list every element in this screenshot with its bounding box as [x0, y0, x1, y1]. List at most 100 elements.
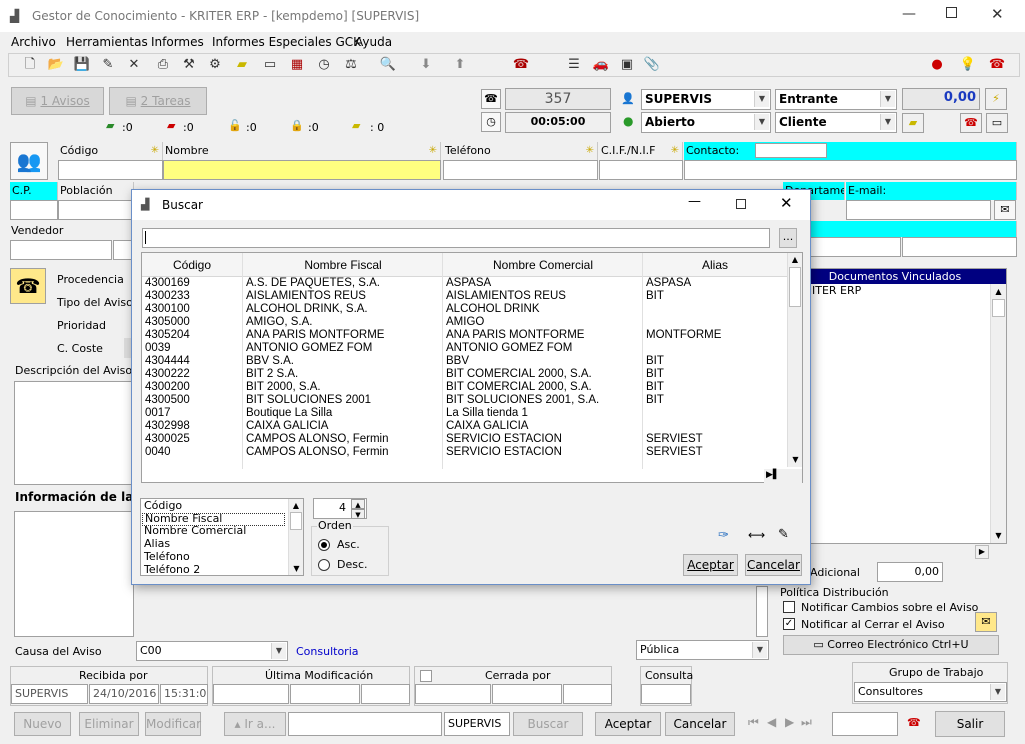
- informacion-textarea[interactable]: [14, 511, 134, 637]
- table-row[interactable]: 4304444 BBV S.A. BBV BIT: [142, 355, 787, 368]
- traffic-light-icon[interactable]: ●: [928, 56, 946, 74]
- arrow-up-icon[interactable]: ⬆: [451, 56, 469, 74]
- asc-radio[interactable]: [318, 539, 330, 551]
- ira-button[interactable]: ▴ Ir a...: [224, 712, 286, 736]
- codigo-input[interactable]: [58, 160, 163, 180]
- pin-icon[interactable]: ✑: [718, 528, 729, 543]
- calculator-icon[interactable]: ▦: [288, 56, 306, 74]
- edit-icon[interactable]: ✎: [99, 56, 117, 74]
- minimize-icon[interactable]: —: [688, 194, 701, 209]
- scale-icon[interactable]: ⚖: [342, 56, 360, 74]
- dialog-search-input[interactable]: [142, 228, 770, 248]
- contacto-name-box[interactable]: [755, 143, 827, 158]
- close-icon[interactable]: ✕: [780, 194, 793, 212]
- zoom-icon[interactable]: 🔍: [379, 56, 397, 74]
- consulta-input[interactable]: [641, 684, 691, 704]
- maximize-icon[interactable]: [946, 7, 957, 18]
- col-codigo[interactable]: Código: [142, 258, 242, 272]
- checklist-icon[interactable]: ☰: [565, 56, 583, 74]
- minimize-icon[interactable]: —: [902, 6, 916, 22]
- table-row[interactable]: 4300500 BIT SOLUCIONES 2001 BIT SOLUCIONES…: [142, 394, 787, 407]
- clear-icon[interactable]: ✎: [778, 527, 789, 542]
- chevron-down-icon[interactable]: ▼: [880, 114, 895, 130]
- user-combo[interactable]: SUPERVIS ▼: [641, 89, 771, 110]
- table-row[interactable]: 0017 Boutique La Silla La Silla tienda 1: [142, 407, 787, 420]
- cif-input[interactable]: [599, 160, 683, 180]
- direction-combo[interactable]: Entrante ▼: [775, 89, 897, 110]
- paperclip-icon[interactable]: 📎: [643, 56, 661, 74]
- tools-icon[interactable]: ⚒: [180, 56, 198, 74]
- informacion-textarea-right[interactable]: [756, 586, 768, 637]
- new-icon[interactable]: 🗋: [21, 56, 39, 74]
- table-row[interactable]: 4305204 ANA PARIS MONTFORME ANA PARIS MONT…: [142, 329, 787, 342]
- field-list-scroll[interactable]: ▲ ▼: [288, 499, 303, 575]
- scroll-right-icon[interactable]: ▶▌: [766, 470, 780, 480]
- prev-record-icon[interactable]: ◀: [767, 715, 776, 729]
- chevron-down-icon[interactable]: ▼: [990, 684, 1005, 700]
- arrow-down-icon[interactable]: ⬇: [417, 56, 435, 74]
- menu-ayuda[interactable]: Ayuda: [355, 35, 392, 49]
- close-icon[interactable]: ✕: [991, 5, 1004, 23]
- scroll-down-icon[interactable]: ▼: [289, 562, 304, 575]
- table-row[interactable]: 0039 ANTONIO GOMEZ FOM ANTONIO GOMEZ FOM: [142, 342, 787, 355]
- correo-button[interactable]: ▭ Correo Electrónico Ctrl+U: [783, 635, 999, 655]
- email-input[interactable]: [846, 200, 991, 220]
- list-item[interactable]: Teléfono 2: [142, 563, 285, 575]
- vendedor-input[interactable]: [10, 240, 112, 260]
- salir-button[interactable]: Salir: [935, 711, 1005, 737]
- table-row[interactable]: 4300025 CAMPOS ALONSO, Fermin SERVICIO EST…: [142, 433, 787, 446]
- table-row[interactable]: 4300200 BIT 2000, S.A. BIT COMERCIAL 2000,…: [142, 381, 787, 394]
- window-icon[interactable]: ▭: [261, 56, 279, 74]
- last-record-icon[interactable]: ⏭: [801, 715, 812, 730]
- cp-input[interactable]: [10, 200, 58, 220]
- publica-combo[interactable]: Pública ▼: [636, 640, 769, 660]
- vendedor-name-input[interactable]: [113, 240, 133, 260]
- buscar-button[interactable]: Buscar: [513, 712, 583, 736]
- descripcion-textarea[interactable]: [14, 381, 134, 485]
- table-row[interactable]: 4300169 A.S. DE PAQUETES, S.A. ASPASA ASPAS…: [142, 277, 787, 290]
- notificar-cambios-checkbox[interactable]: [783, 601, 795, 613]
- maximize-icon[interactable]: [736, 199, 746, 209]
- scroll-up-icon[interactable]: ▲: [788, 253, 802, 267]
- car-icon[interactable]: 🚗: [592, 56, 610, 74]
- clock-icon[interactable]: ◷: [315, 56, 333, 74]
- mail-icon[interactable]: ✉: [975, 612, 997, 632]
- dialog-cancelar-button[interactable]: Cancelar: [745, 554, 802, 576]
- contacts-icon[interactable]: 👥: [10, 142, 48, 180]
- grupo-combo[interactable]: Consultores ▼: [854, 682, 1007, 702]
- gear-icon[interactable]: ⚙: [206, 56, 224, 74]
- cancelar-button[interactable]: Cancelar: [665, 712, 735, 736]
- first-record-icon[interactable]: ⏮: [748, 715, 759, 730]
- grid-vscroll[interactable]: ▲ ▼: [787, 253, 802, 467]
- contacto-input[interactable]: [684, 160, 1017, 180]
- chevron-down-icon[interactable]: ▼: [752, 642, 767, 658]
- record-field[interactable]: [832, 712, 898, 736]
- phone-red-icon[interactable]: ☎: [907, 716, 921, 729]
- scroll-down-icon[interactable]: ▼: [788, 453, 803, 467]
- aceptar-button[interactable]: Aceptar: [595, 712, 661, 736]
- email-send-icon[interactable]: ✉: [994, 200, 1016, 220]
- spinner-up-icon[interactable]: ▲: [351, 499, 365, 509]
- table-row[interactable]: 4300233 AISLAMIENTOS REUS AISLAMIENTOS REU…: [142, 290, 787, 303]
- dialog-aceptar-button[interactable]: Aceptar: [683, 554, 738, 576]
- chevron-down-icon[interactable]: ▼: [880, 91, 895, 107]
- dialog-browse-button[interactable]: ...: [779, 228, 797, 248]
- note-edit-icon[interactable]: ▰: [902, 113, 924, 133]
- col-alias[interactable]: Alias: [643, 258, 787, 272]
- scroll-up-icon[interactable]: ▲: [991, 284, 1006, 299]
- notificar-cerrar-checkbox[interactable]: ✓: [783, 618, 795, 630]
- menu-informes[interactable]: Informes: [151, 35, 204, 49]
- next-record-icon[interactable]: ▶: [785, 715, 794, 729]
- table-row[interactable]: 0040 CAMPOS ALONSO, Fermin SERVICIO ESTACI…: [142, 446, 787, 459]
- client-type-combo[interactable]: Cliente ▼: [775, 112, 897, 133]
- menu-archivo[interactable]: Archivo: [11, 35, 56, 49]
- scroll-down-icon[interactable]: ▼: [991, 528, 1006, 543]
- ira-input[interactable]: [288, 712, 442, 736]
- list-item[interactable]: Teléfono: [142, 550, 285, 564]
- adicional-input[interactable]: 0,00: [877, 562, 943, 582]
- scroll-right-icon[interactable]: ▶: [975, 545, 989, 559]
- chevron-down-icon[interactable]: ▼: [754, 114, 769, 130]
- phone-big-icon[interactable]: ☎: [10, 268, 46, 304]
- note-icon[interactable]: ▰: [233, 56, 251, 74]
- spinner-down-icon[interactable]: ▼: [351, 509, 365, 519]
